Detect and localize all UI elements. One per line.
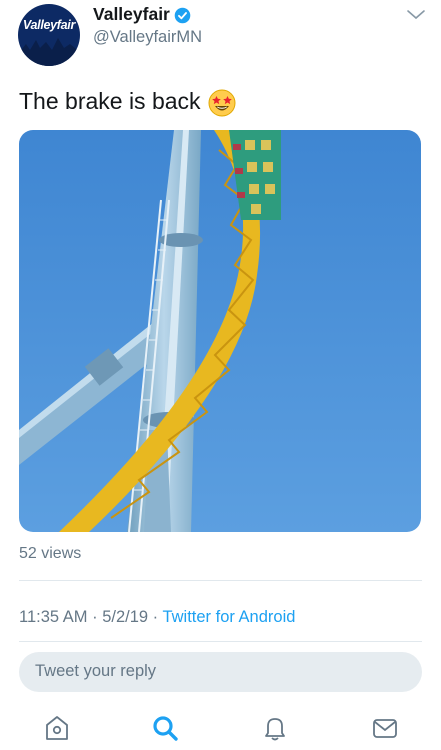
roller-coaster-image	[19, 130, 421, 532]
tweet-source-link[interactable]: Twitter for Android	[162, 608, 295, 626]
verified-badge-icon	[174, 7, 191, 24]
divider	[19, 641, 422, 642]
home-icon[interactable]	[42, 713, 72, 743]
reply-placeholder: Tweet your reply	[35, 662, 157, 680]
chevron-down-icon[interactable]	[405, 8, 427, 22]
display-name[interactable]: Valleyfair	[93, 4, 170, 25]
divider	[19, 580, 422, 581]
search-icon[interactable]	[150, 713, 180, 743]
tweet-video[interactable]	[19, 130, 421, 532]
avatar[interactable]: Valleyfair	[18, 4, 80, 66]
handle[interactable]: @ValleyfairMN	[93, 28, 202, 47]
tweet-text: The brake is back	[19, 88, 201, 114]
tweet-meta: 11:35 AM · 5/2/19 · Twitter for Android	[19, 608, 295, 627]
meta-separator: ·	[92, 608, 98, 626]
reply-input[interactable]: Tweet your reply	[19, 652, 422, 692]
tweet-time: 11:35 AM	[19, 608, 88, 626]
meta-separator: ·	[152, 608, 159, 626]
notifications-icon[interactable]	[260, 713, 290, 743]
tweet-date: 5/2/19	[102, 608, 149, 626]
star-struck-emoji-icon	[208, 89, 236, 117]
messages-icon[interactable]	[370, 713, 400, 743]
avatar-skyline-art	[18, 38, 80, 66]
view-count: 52 views	[19, 545, 82, 562]
